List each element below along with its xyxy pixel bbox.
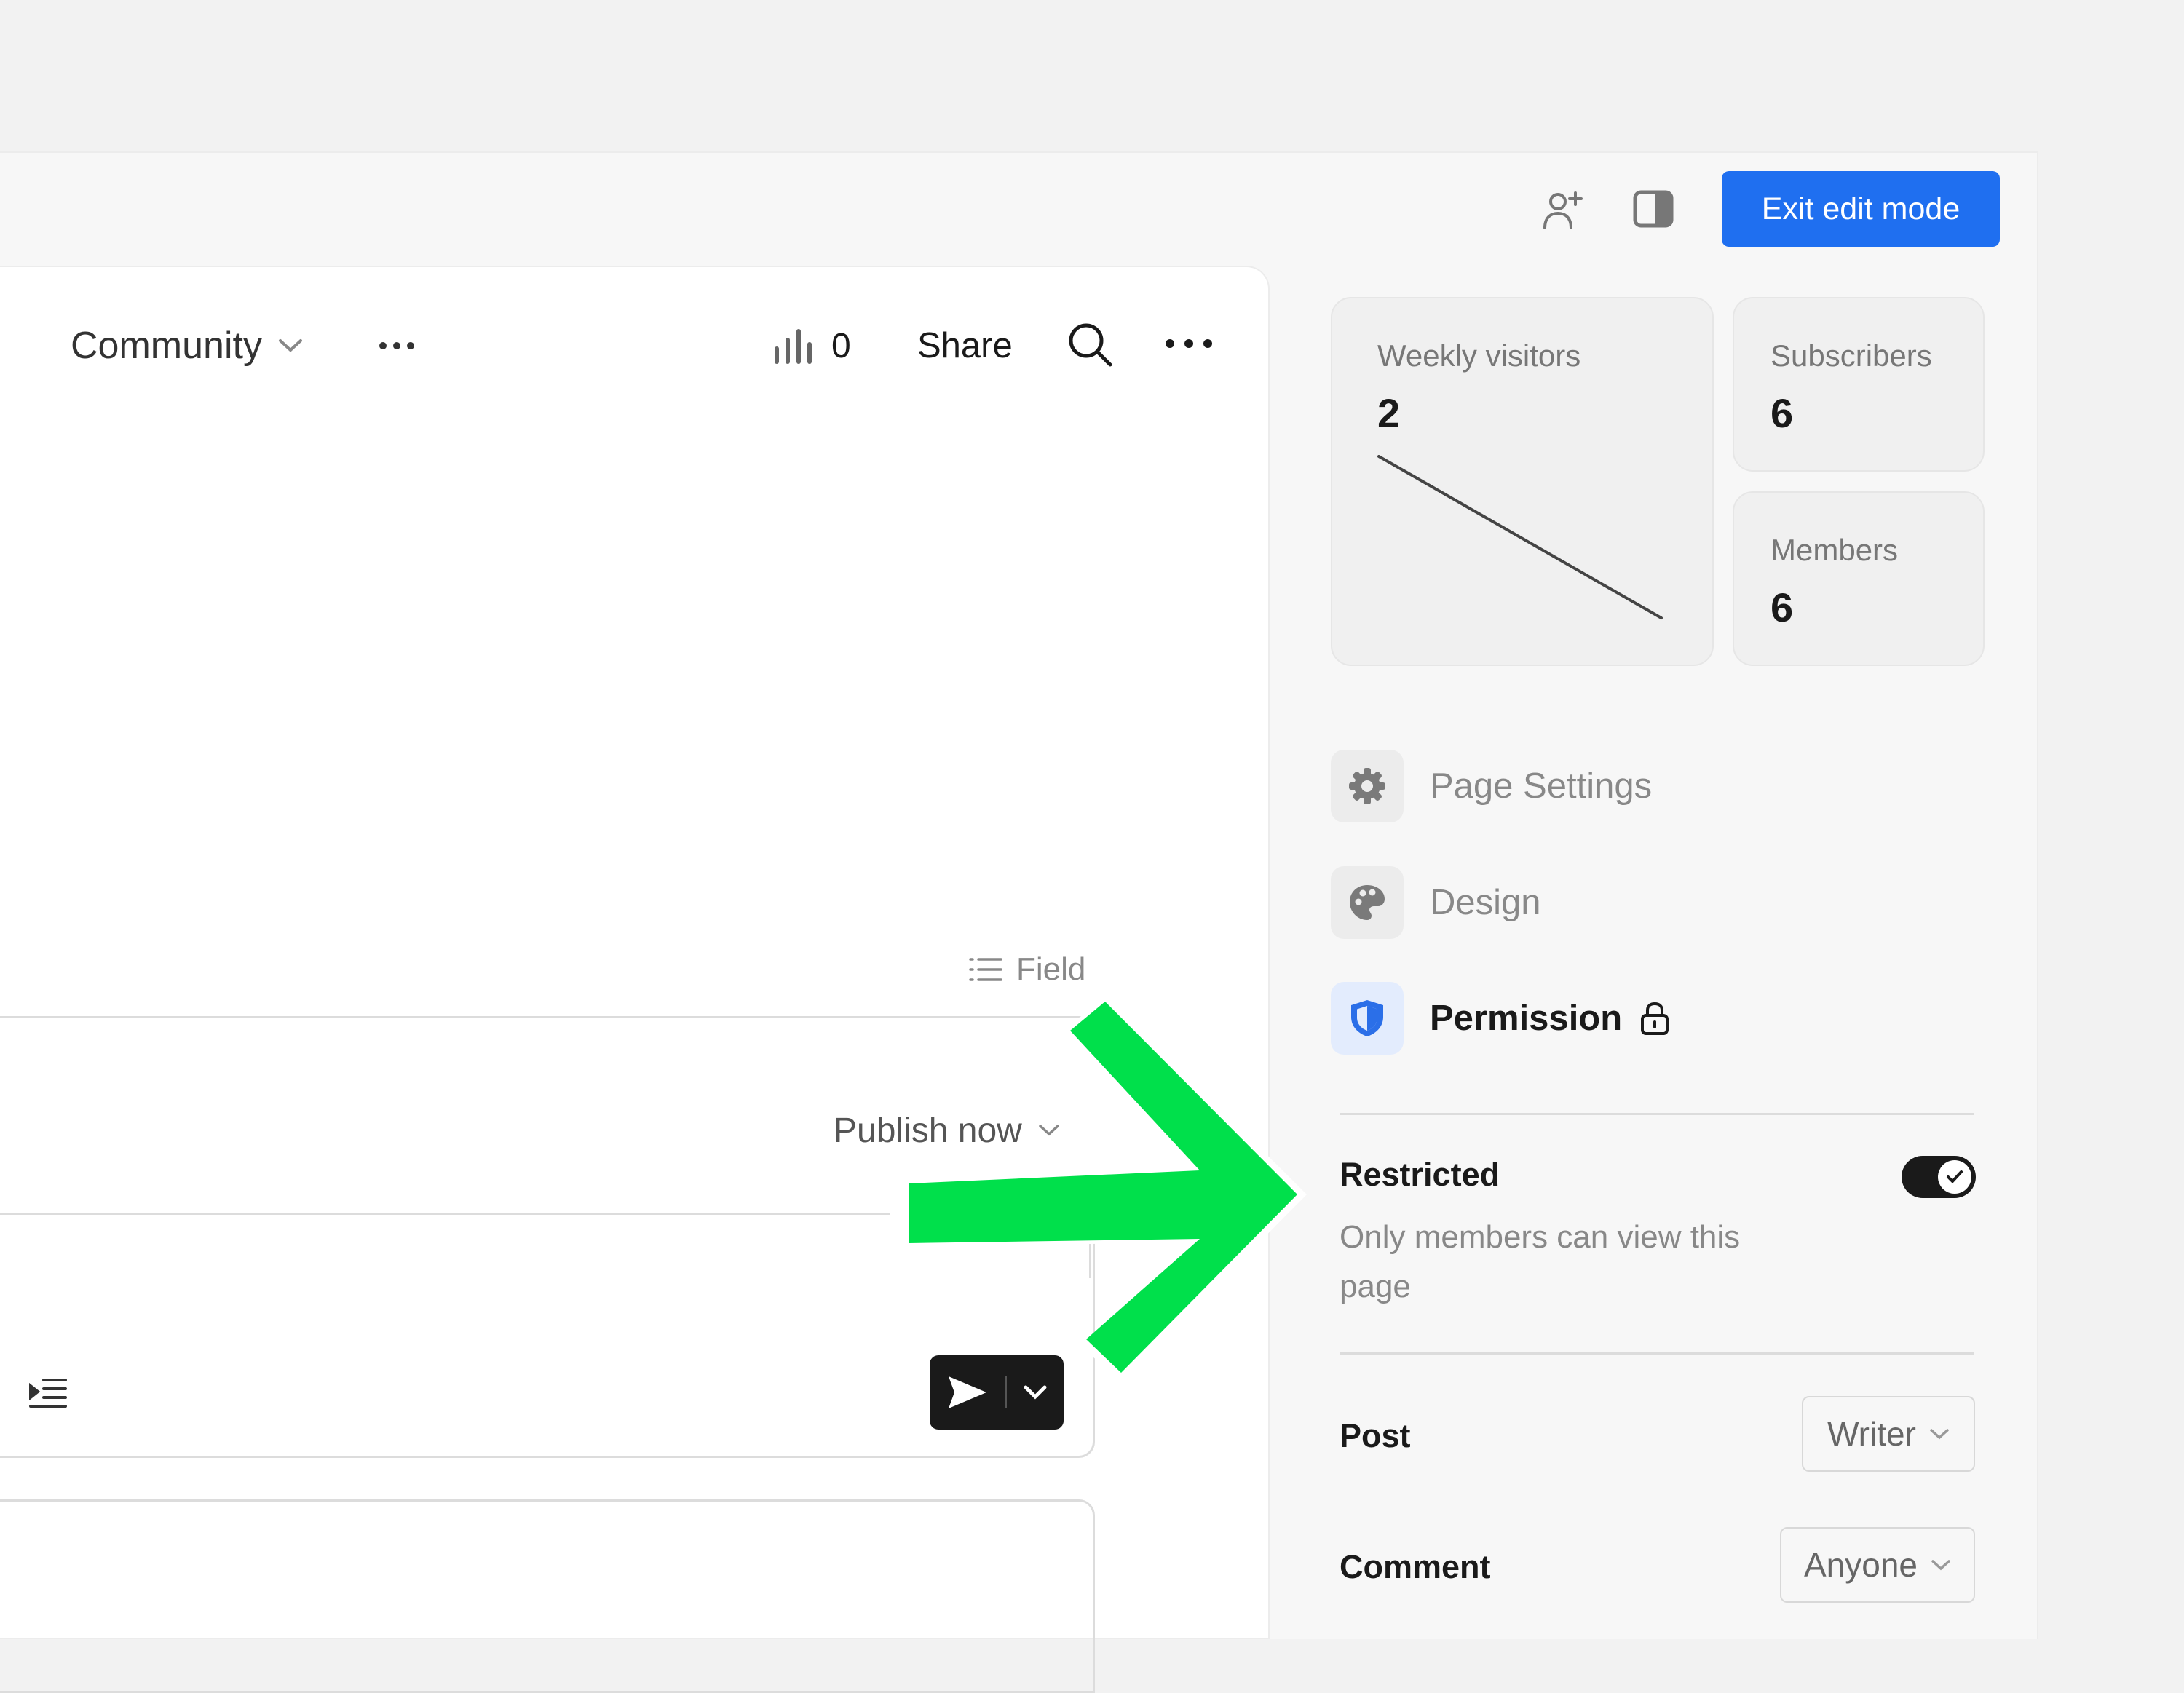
weekly-visitors-card: Weekly visitors 2	[1331, 297, 1714, 666]
restricted-toggle[interactable]	[1902, 1156, 1976, 1198]
subscribers-card: Subscribers 6	[1733, 297, 1985, 472]
chevron-down-icon	[278, 339, 302, 352]
divider	[1340, 1113, 1974, 1115]
comment-permission-select[interactable]: Anyone	[1780, 1527, 1975, 1603]
check-icon	[1947, 1170, 1963, 1183]
menu-design[interactable]: Design	[1331, 866, 1541, 939]
menu-label: Permission	[1430, 999, 1623, 1038]
share-button[interactable]: Share	[917, 320, 1013, 371]
restricted-desc-line: page	[1340, 1269, 1411, 1304]
stat-value: 6	[1770, 390, 1794, 436]
comment-box[interactable]	[0, 1499, 1095, 1693]
invite-member-icon[interactable]	[1538, 186, 1588, 234]
restricted-title: Restricted	[1340, 1156, 1500, 1193]
panel-toggle-icon[interactable]	[1628, 185, 1679, 233]
chevron-down-icon	[1931, 1560, 1950, 1571]
gear-icon	[1331, 750, 1404, 822]
select-value: Anyone	[1803, 1546, 1918, 1584]
toggle-knob	[1938, 1160, 1971, 1194]
space-selector[interactable]: Community	[71, 320, 303, 371]
select-value: Writer	[1827, 1415, 1916, 1453]
post-permission-select[interactable]: Writer	[1802, 1396, 1975, 1472]
divider	[1340, 1352, 1974, 1355]
field-button[interactable]: Field	[968, 948, 1085, 991]
space-name: Community	[71, 325, 262, 367]
menu-label: Design	[1430, 883, 1541, 922]
bar-chart-icon	[775, 329, 812, 364]
more-options-icon[interactable]	[1163, 329, 1214, 358]
views-counter[interactable]: 0	[773, 320, 851, 371]
stat-value: 6	[1770, 584, 1794, 630]
stat-label: Subscribers	[1770, 338, 1932, 373]
stat-label: Weekly visitors	[1377, 338, 1581, 373]
members-card: Members 6	[1733, 491, 1985, 666]
exit-edit-mode-button[interactable]: Exit edit mode	[1722, 171, 2000, 247]
chevron-down-icon	[1930, 1429, 1949, 1440]
lock-icon	[1641, 1002, 1669, 1035]
menu-permission[interactable]: Permission	[1331, 982, 1670, 1055]
visitors-trend-line	[1377, 455, 1663, 619]
space-more-icon[interactable]	[375, 331, 419, 360]
palette-icon	[1331, 866, 1404, 939]
views-count: 0	[831, 326, 851, 365]
list-icon	[969, 958, 1002, 981]
indent-icon[interactable]	[26, 1374, 70, 1411]
restricted-description: Only members can view this page	[1340, 1213, 1740, 1312]
post-label: Post	[1340, 1417, 1411, 1454]
shield-icon	[1331, 982, 1404, 1055]
annotation-arrow-icon	[906, 997, 1307, 1381]
menu-label: Page Settings	[1430, 766, 1653, 806]
comment-label: Comment	[1340, 1548, 1491, 1585]
search-icon[interactable]	[1064, 319, 1115, 370]
stat-label: Members	[1770, 533, 1899, 567]
menu-page-settings[interactable]: Page Settings	[1331, 750, 1652, 822]
field-label: Field	[1016, 951, 1086, 987]
stat-value: 2	[1377, 390, 1401, 436]
restricted-desc-line: Only members can view this	[1340, 1219, 1741, 1255]
